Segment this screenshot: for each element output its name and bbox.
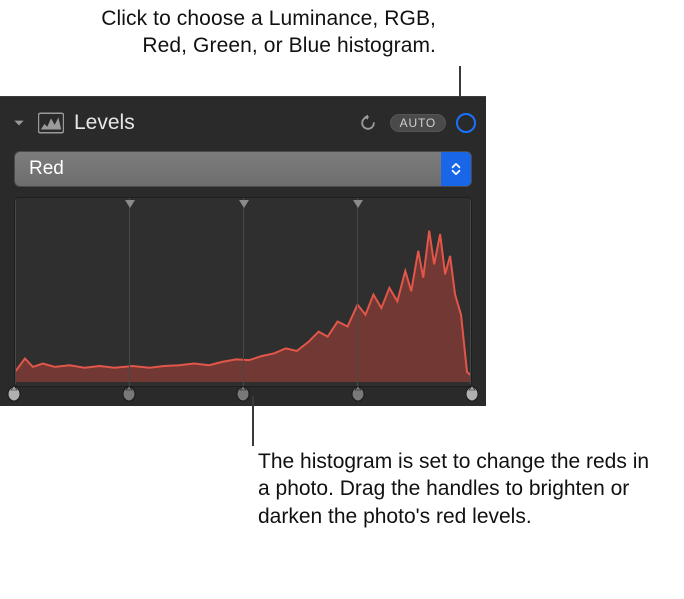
reset-button[interactable] <box>356 111 380 135</box>
histogram-gridline <box>470 198 471 386</box>
callout-top: Click to choose a Luminance, RGB, Red, G… <box>66 6 436 60</box>
histogram-gridline <box>357 198 358 386</box>
channel-dropdown[interactable]: Red <box>14 151 472 187</box>
levels-handle[interactable] <box>6 386 22 402</box>
levels-handle[interactable] <box>235 386 251 402</box>
dropdown-chevrons-icon <box>441 152 471 186</box>
histogram[interactable] <box>14 197 472 387</box>
disclosure-chevron-icon[interactable] <box>10 114 28 132</box>
leader-line-bottom <box>252 396 254 446</box>
levels-panel: Levels AUTO Red <box>0 96 486 406</box>
levels-handle[interactable] <box>464 386 480 402</box>
levels-handle[interactable] <box>350 386 366 402</box>
enable-toggle[interactable] <box>456 113 476 133</box>
histogram-gridline <box>15 198 16 386</box>
histogram-gridline <box>129 198 130 386</box>
panel-header: Levels AUTO <box>0 97 486 145</box>
handle-row <box>14 384 472 402</box>
histogram-gridline <box>243 198 244 386</box>
levels-histogram-icon <box>38 112 64 134</box>
callout-bottom: The histogram is set to change the reds … <box>258 448 663 530</box>
auto-button[interactable]: AUTO <box>390 114 446 132</box>
levels-handle[interactable] <box>121 386 137 402</box>
dropdown-selected-label: Red <box>15 158 441 180</box>
panel-title: Levels <box>74 111 135 135</box>
